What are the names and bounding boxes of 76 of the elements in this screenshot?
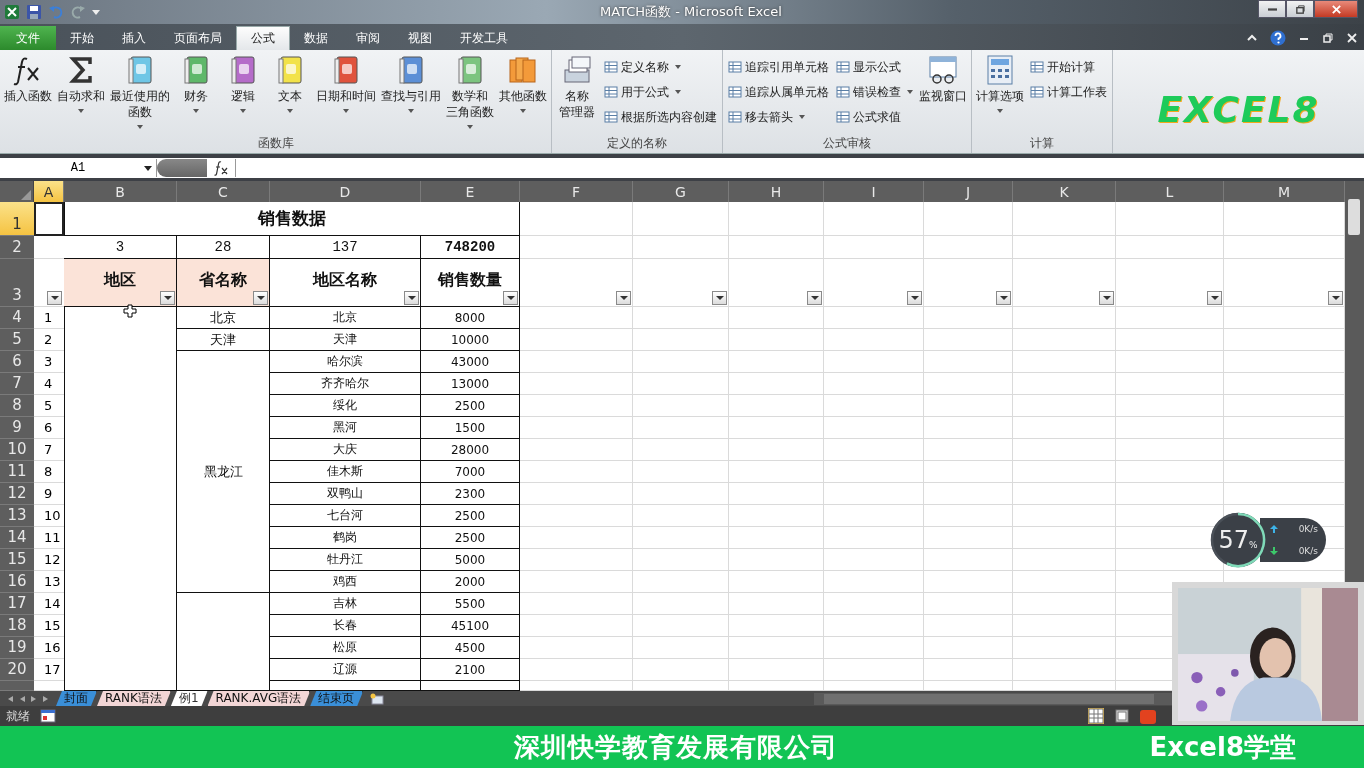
download-speed: 0K/s	[1298, 546, 1318, 556]
table-cell: 43000	[421, 351, 520, 373]
table-cell: 28	[177, 236, 270, 259]
table-cell: 佳木斯	[270, 461, 421, 483]
table-cell: 8	[34, 461, 64, 483]
table-cell: 2500	[421, 505, 520, 527]
table-cell: 14	[34, 593, 64, 615]
table-cell: 17	[34, 659, 64, 681]
merged-cell: 天津	[177, 329, 270, 351]
table-cell: 7000	[421, 461, 520, 483]
table-cell: 2	[34, 329, 64, 351]
upload-speed: 0K/s	[1298, 524, 1318, 534]
company-name: 深圳快学教育发展有限公司	[514, 731, 838, 764]
table-cell: 11	[34, 527, 64, 549]
table-cell: 3	[34, 351, 64, 373]
column-heading: 地区名称	[270, 259, 421, 307]
table-title: 销售数据	[64, 202, 520, 236]
merged-cell: 黑龙江	[177, 351, 270, 593]
table-cell: 5000	[421, 549, 520, 571]
table-cell: 长春	[270, 615, 421, 637]
status-text: 就绪	[6, 707, 30, 725]
table-cell: 12	[34, 549, 64, 571]
table-cell: 齐齐哈尔	[270, 373, 421, 395]
table-cell: 大庆	[270, 439, 421, 461]
table-cell: 牡丹江	[270, 549, 421, 571]
table-cell: 7	[34, 439, 64, 461]
usage-percent: 57	[1218, 526, 1249, 554]
table-cell: 北京	[270, 307, 421, 329]
table-cell: 13000	[421, 373, 520, 395]
table-cell: 2500	[421, 395, 520, 417]
table-cell: 1500	[421, 417, 520, 439]
table-cell: 137	[270, 236, 421, 259]
table-cell: 绥化	[270, 395, 421, 417]
table-cell: 吉林	[270, 593, 421, 615]
window-title: MATCH函数 - Microsoft Excel	[599, 3, 783, 21]
brand-name: Excel8学堂	[1149, 731, 1296, 764]
table-cell: 10000	[421, 329, 520, 351]
table-cell: 4	[34, 373, 64, 395]
group-label: 函数库	[256, 135, 295, 152]
brand-logo: EXCEL8	[1157, 89, 1320, 130]
table-cell: 鹤岗	[270, 527, 421, 549]
column-heading: 省名称	[177, 259, 270, 307]
column-heading: 销售数量	[421, 259, 520, 307]
table-cell: 28000	[421, 439, 520, 461]
table-cell: 1	[34, 307, 64, 329]
table-cell: 天津	[270, 329, 421, 351]
table-cell: 2000	[421, 571, 520, 593]
table-cell: 3	[64, 236, 177, 259]
column-heading: 地区	[64, 259, 177, 307]
percent-sign: %	[1249, 540, 1258, 550]
table-cell: 16	[34, 637, 64, 659]
table-cell: 双鸭山	[270, 483, 421, 505]
group-label: 计算	[1029, 135, 1055, 152]
group-label: 公式审核	[822, 135, 872, 152]
table-cell: 4500	[421, 637, 520, 659]
table-cell: 2300	[421, 483, 520, 505]
merged-cell: 北京	[177, 307, 270, 329]
table-cell: 45100	[421, 615, 520, 637]
table-cell: 2500	[421, 527, 520, 549]
table-cell: 鸡西	[270, 571, 421, 593]
table-cell: 6	[34, 417, 64, 439]
table-cell: 哈尔滨	[270, 351, 421, 373]
table-cell: 15	[34, 615, 64, 637]
table-cell: 5500	[421, 593, 520, 615]
table-cell: 七台河	[270, 505, 421, 527]
table-cell: 2100	[421, 659, 520, 681]
table-cell: 松原	[270, 637, 421, 659]
table-cell: 黑河	[270, 417, 421, 439]
table-cell: 8000	[421, 307, 520, 329]
table-cell: 5	[34, 395, 64, 417]
table-cell: 13	[34, 571, 64, 593]
table-cell: 辽源	[270, 659, 421, 681]
table-cell: 9	[34, 483, 64, 505]
table-cell: 748200	[421, 236, 520, 259]
table-cell: 10	[34, 505, 64, 527]
group-label: 定义的名称	[606, 135, 668, 152]
